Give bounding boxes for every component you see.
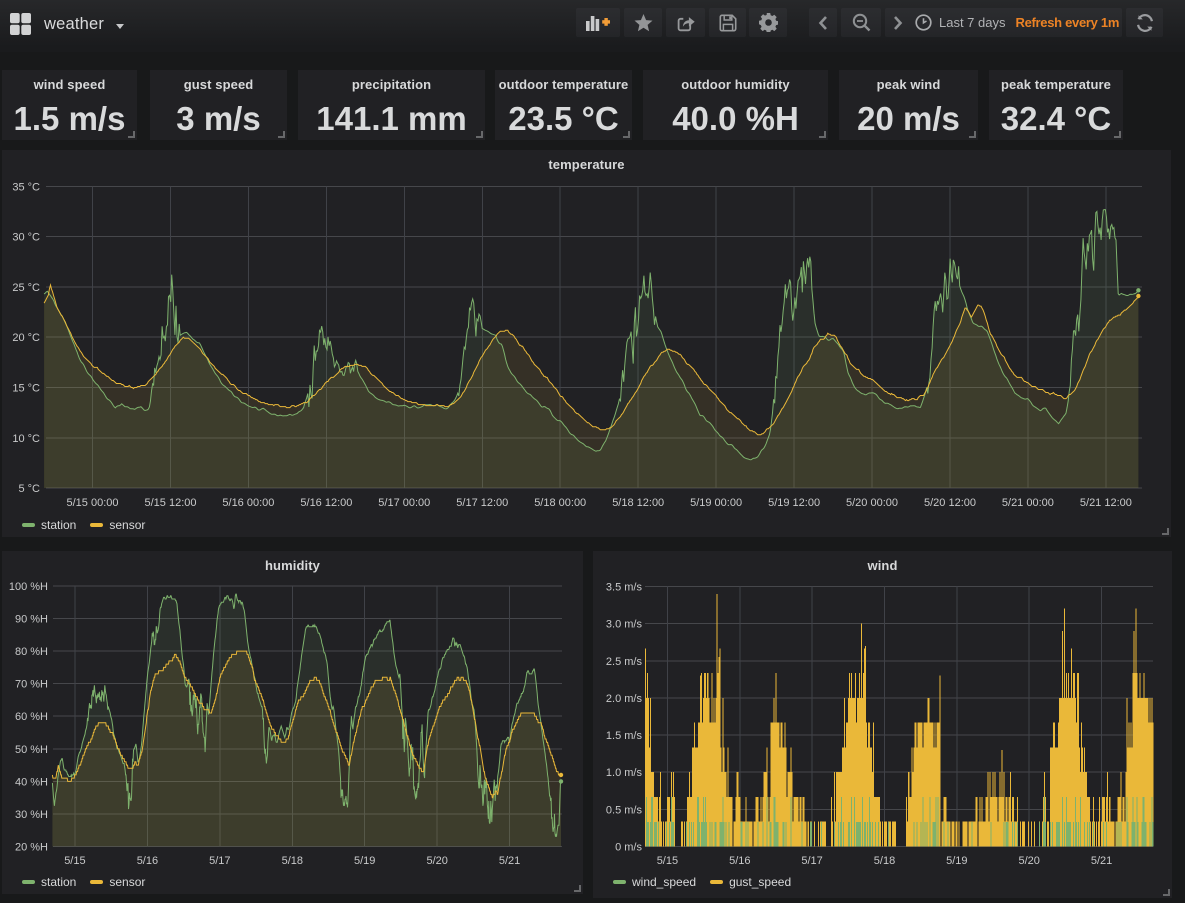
svg-text:5/17 00:00: 5/17 00:00 [378, 497, 430, 509]
svg-text:0 m/s: 0 m/s [615, 842, 642, 854]
svg-text:5/20 12:00: 5/20 12:00 [924, 497, 976, 509]
svg-text:5/21 00:00: 5/21 00:00 [1002, 497, 1054, 509]
svg-text:5/17 12:00: 5/17 12:00 [456, 497, 508, 509]
svg-text:25 °C: 25 °C [12, 282, 40, 294]
svg-text:5/18: 5/18 [282, 855, 303, 867]
svg-text:70 %H: 70 %H [15, 679, 48, 691]
svg-text:5/20: 5/20 [426, 855, 447, 867]
svg-text:5/19 00:00: 5/19 00:00 [690, 497, 742, 509]
svg-text:5/18: 5/18 [874, 855, 895, 867]
svg-text:5/21: 5/21 [1091, 855, 1112, 867]
svg-text:2.5 m/s: 2.5 m/s [606, 656, 643, 668]
svg-text:5/20 00:00: 5/20 00:00 [846, 497, 898, 509]
svg-text:0.5 m/s: 0.5 m/s [606, 804, 643, 816]
svg-text:5/15 00:00: 5/15 00:00 [67, 497, 119, 509]
svg-text:5/18 00:00: 5/18 00:00 [534, 497, 586, 509]
svg-text:5/19: 5/19 [354, 855, 375, 867]
svg-text:3.0 m/s: 3.0 m/s [606, 619, 643, 631]
svg-text:40 %H: 40 %H [15, 776, 48, 788]
svg-text:5/17: 5/17 [209, 855, 230, 867]
svg-text:100 %H: 100 %H [9, 581, 48, 593]
svg-text:2.0 m/s: 2.0 m/s [606, 693, 643, 705]
svg-text:5 °C: 5 °C [18, 483, 40, 495]
svg-text:5/21 12:00: 5/21 12:00 [1080, 497, 1132, 509]
svg-text:50 %H: 50 %H [15, 744, 48, 756]
svg-text:5/19 12:00: 5/19 12:00 [768, 497, 820, 509]
svg-text:5/16 12:00: 5/16 12:00 [300, 497, 352, 509]
svg-text:5/15: 5/15 [64, 855, 85, 867]
svg-text:10 °C: 10 °C [12, 433, 40, 445]
svg-text:60 %H: 60 %H [15, 711, 48, 723]
svg-text:5/16: 5/16 [729, 855, 750, 867]
svg-text:5/17: 5/17 [801, 855, 822, 867]
svg-text:5/16: 5/16 [137, 855, 158, 867]
svg-text:90 %H: 90 %H [15, 614, 48, 626]
svg-text:1.5 m/s: 1.5 m/s [606, 730, 643, 742]
svg-text:5/16 00:00: 5/16 00:00 [222, 497, 274, 509]
svg-text:1.0 m/s: 1.0 m/s [606, 767, 643, 779]
svg-text:5/21: 5/21 [499, 855, 520, 867]
svg-text:20 °C: 20 °C [12, 332, 40, 344]
svg-text:5/15: 5/15 [657, 855, 678, 867]
svg-text:3.5 m/s: 3.5 m/s [606, 581, 643, 593]
svg-text:35 °C: 35 °C [12, 182, 40, 194]
svg-text:5/20: 5/20 [1018, 855, 1039, 867]
svg-text:5/18 12:00: 5/18 12:00 [612, 497, 664, 509]
svg-text:30 %H: 30 %H [15, 809, 48, 821]
svg-text:5/15 12:00: 5/15 12:00 [145, 497, 197, 509]
svg-text:30 °C: 30 °C [12, 232, 40, 244]
svg-text:15 °C: 15 °C [12, 383, 40, 395]
svg-text:80 %H: 80 %H [15, 646, 48, 658]
svg-text:5/19: 5/19 [946, 855, 967, 867]
svg-text:20 %H: 20 %H [15, 842, 48, 854]
